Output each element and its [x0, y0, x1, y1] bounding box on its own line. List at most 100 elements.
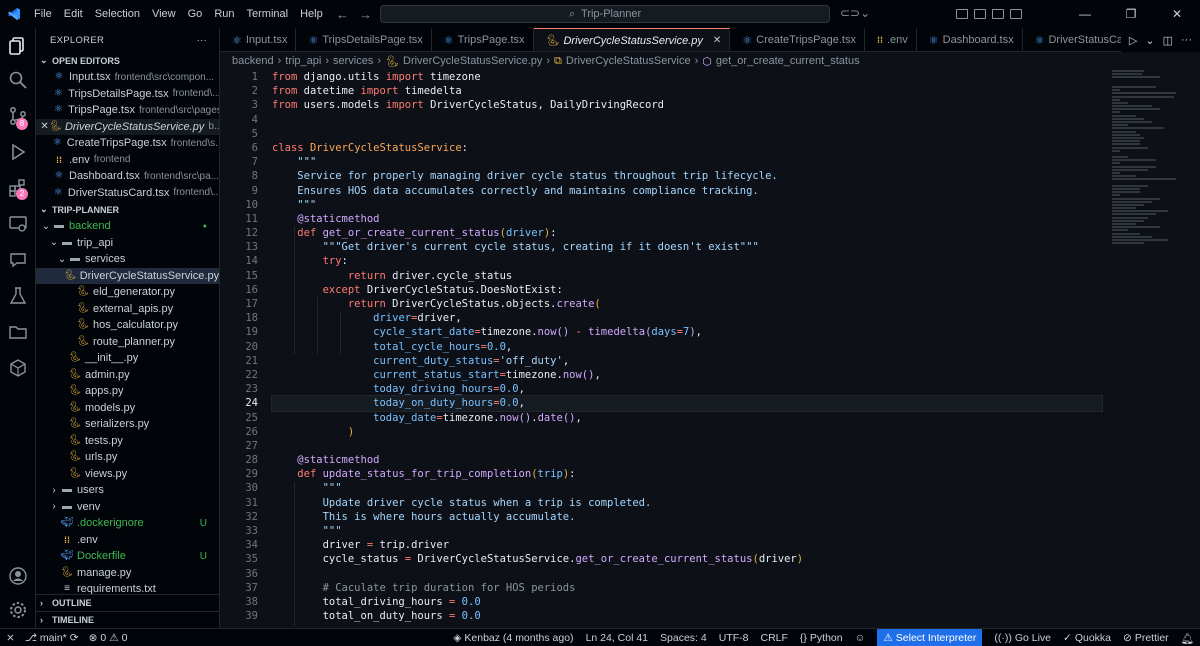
code-line[interactable]: return DriverCycleStatus.objects.create(: [272, 297, 1102, 311]
code-area[interactable]: from django.utils import timezone from da…: [271, 70, 1103, 626]
minimap[interactable]: [1112, 70, 1192, 360]
open-editor-item[interactable]: ⁞⁞ .env frontend: [36, 152, 219, 169]
project-header[interactable]: ⌄ TRIP-PLANNER: [36, 201, 219, 218]
code-line[interactable]: Service for properly managing driver cyc…: [272, 169, 1102, 183]
file-item[interactable]: 🐍︎ views.py: [36, 466, 219, 483]
code-line[interactable]: return driver.cycle_status: [272, 269, 1102, 283]
close-icon[interactable]: ✕: [40, 121, 49, 132]
branch-indicator[interactable]: ⎇ main* ⟳: [25, 632, 79, 644]
remote-indicator-icon[interactable]: ⨯: [6, 632, 15, 644]
file-item[interactable]: 🐍︎ eld_generator.py: [36, 284, 219, 301]
chevron-down-icon[interactable]: ⌄: [1145, 34, 1154, 47]
cursor-position[interactable]: Ln 24, Col 41: [586, 632, 648, 644]
open-editor-item[interactable]: ✕🐍︎DriverCycleStatusService.pyb...: [36, 118, 219, 135]
quokka-button[interactable]: ✓ Quokka: [1063, 632, 1111, 644]
code-line[interactable]: try:: [272, 254, 1102, 268]
menu-item-run[interactable]: Run: [208, 0, 240, 28]
select-interpreter-button[interactable]: ⚠ Select Interpreter: [877, 629, 983, 646]
problems-indicator[interactable]: ⊗ 0 ⚠ 0: [89, 632, 128, 644]
more-actions-icon[interactable]: ···: [197, 35, 207, 46]
toggle-secondary-sidebar-icon[interactable]: [1010, 9, 1022, 19]
code-line[interactable]: today_driving_hours=0.0,: [272, 382, 1102, 396]
project-manager-icon[interactable]: [6, 320, 30, 344]
testing-icon[interactable]: [6, 284, 30, 308]
code-line[interactable]: """: [272, 155, 1102, 169]
settings-gear-icon[interactable]: [6, 598, 30, 622]
menu-item-selection[interactable]: Selection: [89, 0, 146, 28]
code-line[interactable]: today_date=timezone.now().date(),: [272, 411, 1102, 425]
language-mode[interactable]: {} Python: [800, 632, 843, 644]
explorer-icon[interactable]: [6, 34, 30, 58]
breadcrumb-item[interactable]: get_or_create_current_status: [716, 55, 860, 67]
menu-item-view[interactable]: View: [146, 0, 182, 28]
notifications-bell-icon[interactable]: 🔔︎: [1181, 632, 1194, 645]
file-item[interactable]: 🐍︎ __init__.py: [36, 350, 219, 367]
code-line[interactable]: [272, 113, 1102, 127]
tab-createtripspage-tsx[interactable]: ⚛ CreateTripsPage.tsx: [730, 28, 865, 51]
code-line[interactable]: Update driver cycle status when a trip i…: [272, 496, 1102, 510]
code-line[interactable]: driver = trip.driver: [272, 538, 1102, 552]
open-editors-header[interactable]: ⌄ OPEN EDITORS: [36, 52, 219, 69]
prettier-button[interactable]: ⊘ Prettier: [1123, 632, 1169, 644]
go-live-button[interactable]: ((·)) Go Live: [994, 632, 1051, 644]
open-editor-item[interactable]: ⚛ TripsDetailsPage.tsx frontend\...: [36, 86, 219, 103]
code-line[interactable]: cycle_status = DriverCycleStatusService.…: [272, 552, 1102, 566]
tab-tripspage-tsx[interactable]: ⚛ TripsPage.tsx: [432, 28, 534, 51]
breadcrumb-item[interactable]: services: [333, 55, 373, 67]
indentation[interactable]: Spaces: 4: [660, 632, 707, 644]
code-line[interactable]: except DriverCycleStatus.DoesNotExist:: [272, 283, 1102, 297]
command-center-search[interactable]: ⌕ Trip-Planner: [380, 5, 830, 23]
code-line[interactable]: """Get driver's current cycle status, cr…: [272, 240, 1102, 254]
code-line[interactable]: cycle_start_date=timezone.now() - timede…: [272, 325, 1102, 339]
file-item[interactable]: ⁞⁞ .env: [36, 532, 219, 549]
code-line[interactable]: driver=driver,: [272, 311, 1102, 325]
code-line[interactable]: total_cycle_hours=0.0,: [272, 340, 1102, 354]
breadcrumb-item[interactable]: trip_api: [285, 55, 321, 67]
file-item[interactable]: 🐳︎ .dockerignore U: [36, 515, 219, 532]
tab-dashboard-tsx[interactable]: ⚛ Dashboard.tsx: [917, 28, 1023, 51]
tab-input-tsx[interactable]: ⚛ Input.tsx: [220, 28, 297, 51]
open-editor-item[interactable]: ⚛ Dashboard.tsx frontend\src\pa...: [36, 168, 219, 185]
menu-item-edit[interactable]: Edit: [58, 0, 89, 28]
minimize-button[interactable]: —: [1062, 7, 1108, 21]
breadcrumb-item[interactable]: DriverCycleStatusService: [566, 55, 691, 67]
code-line[interactable]: [272, 567, 1102, 581]
outline-header[interactable]: › OUTLINE: [36, 594, 219, 611]
file-item[interactable]: 🐍︎ serializers.py: [36, 416, 219, 433]
open-editor-item[interactable]: ⚛ TripsPage.tsx frontend\src\pages: [36, 102, 219, 119]
code-line[interactable]: def get_or_create_current_status(driver)…: [272, 226, 1102, 240]
toggle-panel-icon[interactable]: [992, 9, 1004, 19]
file-item[interactable]: 🐳︎ Dockerfile U: [36, 548, 219, 565]
run-file-icon[interactable]: ▷: [1129, 34, 1137, 47]
open-editor-item[interactable]: ⚛ CreateTripsPage.tsx frontend\s...: [36, 135, 219, 152]
file-item[interactable]: 🐍︎ manage.py: [36, 565, 219, 582]
code-line[interactable]: # Caculate trip duration for HOS periods: [272, 581, 1102, 595]
breadcrumb-item[interactable]: DriverCycleStatusService.py: [403, 55, 542, 67]
split-editor-icon[interactable]: ◫: [1163, 34, 1173, 47]
remote-explorer-icon[interactable]: [6, 212, 30, 236]
code-line[interactable]: from datetime import timedelta: [272, 84, 1102, 98]
forward-arrow-icon[interactable]: →: [359, 7, 372, 22]
close-window-button[interactable]: ✕: [1154, 7, 1200, 21]
file-item[interactable]: 🐍︎ apps.py: [36, 383, 219, 400]
docker-icon[interactable]: [6, 356, 30, 380]
code-line[interactable]: from users.models import DriverCycleStat…: [272, 98, 1102, 112]
close-icon[interactable]: ✕: [713, 35, 721, 46]
code-line[interactable]: class DriverCycleStatusService:: [272, 141, 1102, 155]
code-editor[interactable]: 1 2 3 4 5 6 7 8 9 10 11 12 13 14 15 16 17 18 19 20 21 22 23 24 2…: [220, 70, 1200, 626]
file-item[interactable]: 🐍︎ external_apis.py: [36, 301, 219, 318]
tab-drivercyclestatusservice-py[interactable]: 🐍︎ DriverCycleStatusService.py ✕: [533, 28, 731, 51]
folder-item[interactable]: › ▬ users: [36, 482, 219, 499]
code-line[interactable]: """: [272, 524, 1102, 538]
code-line[interactable]: This is where hours actually accumulate.: [272, 510, 1102, 524]
breadcrumb-item[interactable]: backend: [232, 55, 274, 67]
encoding[interactable]: UTF-8: [719, 632, 749, 644]
code-line[interactable]: current_duty_status='off_duty',: [272, 354, 1102, 368]
file-item[interactable]: 🐍︎ models.py: [36, 400, 219, 417]
open-editor-item[interactable]: ⚛ Input.tsx frontend\src\compon...: [36, 69, 219, 86]
folder-item[interactable]: ⌄ ▬ services: [36, 251, 219, 268]
chat-icon[interactable]: [6, 248, 30, 272]
code-line[interactable]: today_on_duty_hours=0.0,: [271, 395, 1103, 412]
folder-item[interactable]: ⌄ ▬ trip_api: [36, 235, 219, 252]
menu-item-help[interactable]: Help: [294, 0, 329, 28]
